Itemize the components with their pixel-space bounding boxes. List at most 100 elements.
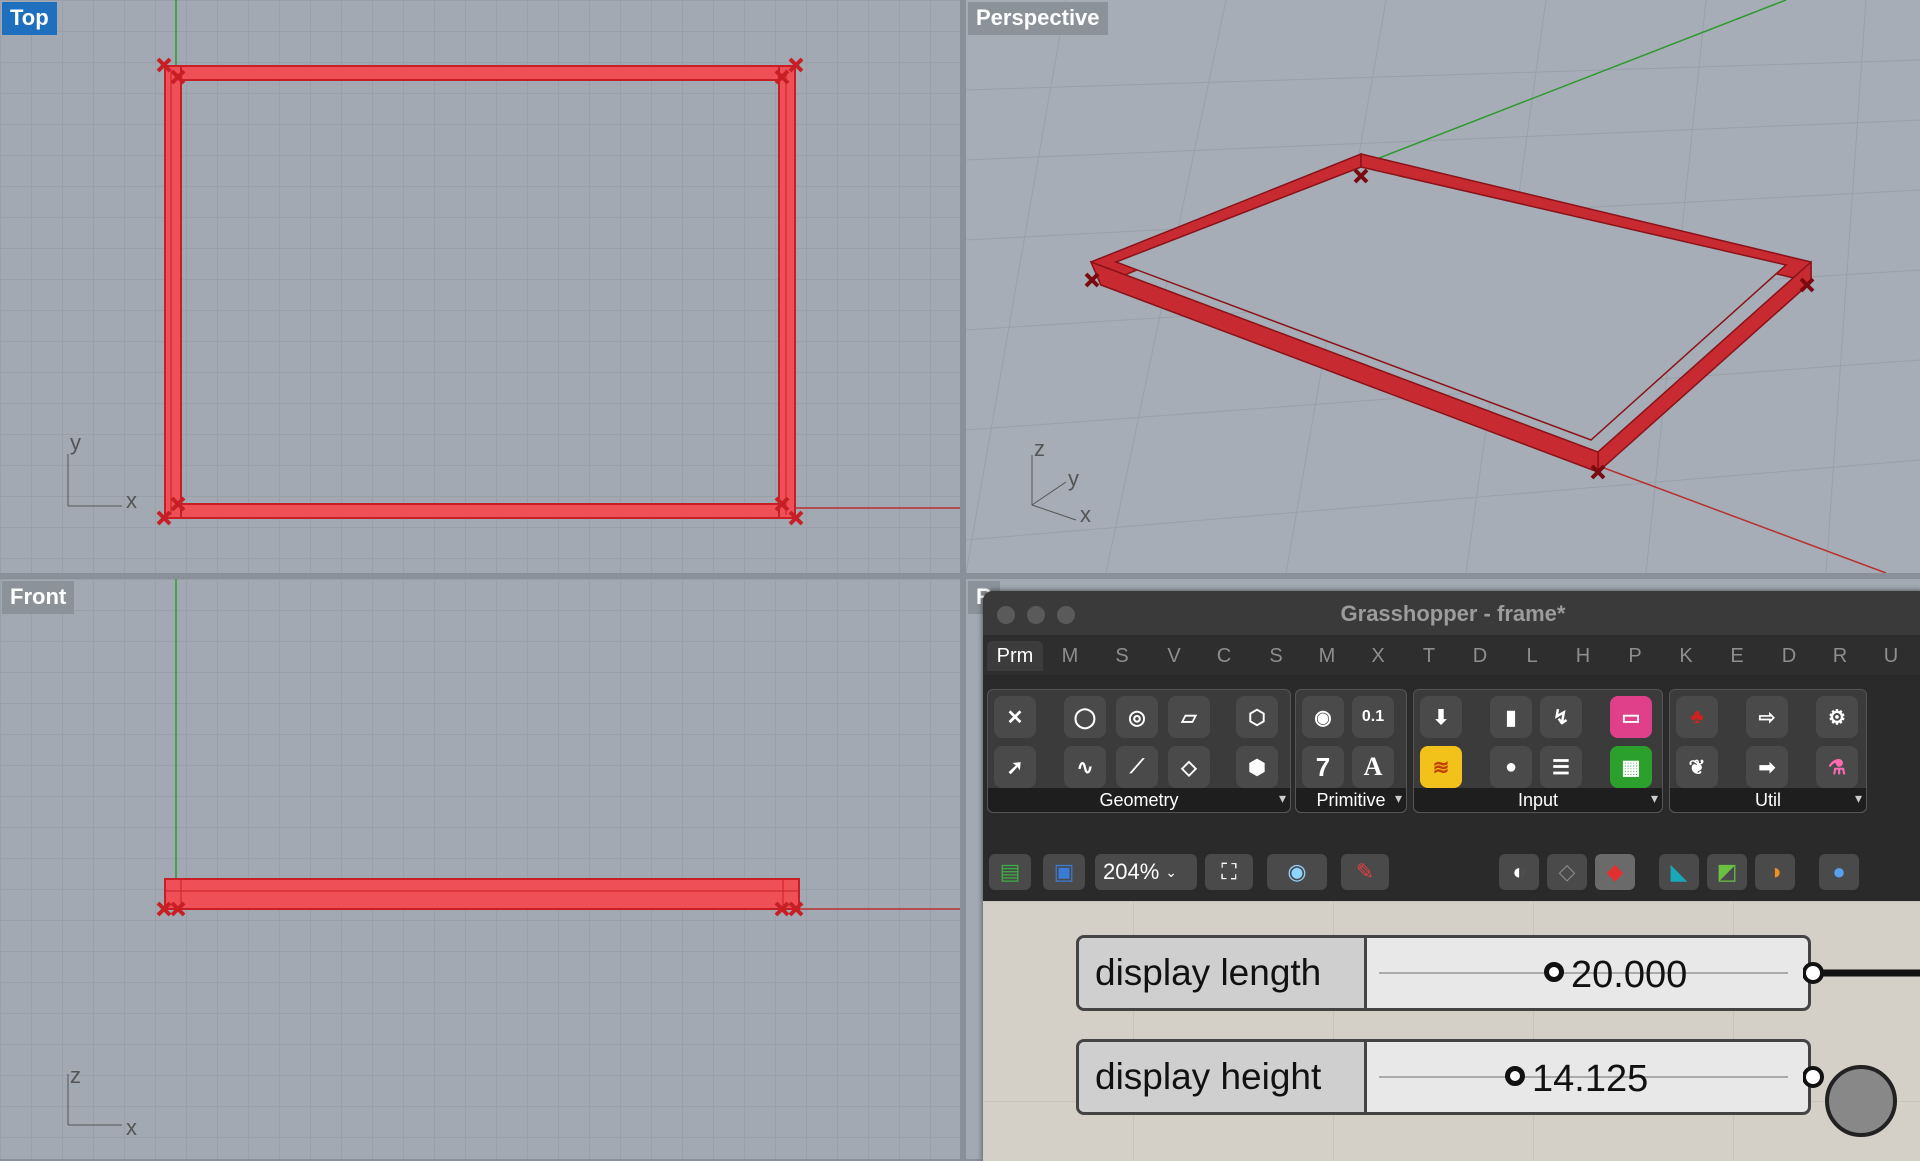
tab-curve[interactable]: C — [1209, 641, 1239, 671]
viewport-title-front[interactable]: Front — [2, 581, 75, 614]
gradient-icon[interactable]: ▭ — [1610, 696, 1652, 738]
arc-icon[interactable]: ◎ — [1116, 696, 1158, 738]
slider-handle[interactable] — [1505, 1066, 1525, 1086]
tab-r[interactable]: R — [1825, 641, 1855, 671]
expand-icon[interactable]: ▾ — [1651, 786, 1658, 810]
axis-widget — [67, 454, 122, 507]
tab-display[interactable]: D — [1465, 641, 1495, 671]
panel-label-util[interactable]: Util ▾ — [1670, 788, 1866, 812]
expand-icon[interactable]: ▾ — [1855, 786, 1862, 810]
tab-p[interactable]: P — [1620, 641, 1650, 671]
front-viewport-scene — [67, 579, 960, 1126]
tab-k[interactable]: K — [1671, 641, 1701, 671]
panel-icon[interactable]: ⬇ — [1420, 696, 1462, 738]
z-axis-label: z — [1034, 436, 1045, 461]
tab-transform[interactable]: T — [1414, 641, 1444, 671]
box-icon[interactable]: ⬡ — [1236, 696, 1278, 738]
zoom-value: 204% — [1103, 859, 1160, 884]
cherry-icon[interactable]: ♣ — [1676, 696, 1718, 738]
curve-icon[interactable]: ∿ — [1064, 746, 1106, 788]
x-axis-label: x — [126, 1115, 137, 1140]
util-panel: ♣ ❦ ⇨ ➡ ⚙ ⚗ Util ▾ — [1669, 689, 1867, 813]
list-icon[interactable]: ☰ — [1540, 746, 1582, 788]
z-axis-label: z — [70, 1063, 81, 1088]
vector-icon[interactable]: ➚ — [994, 746, 1036, 788]
bake-icon[interactable]: ◣ — [1659, 854, 1699, 890]
tab-intersect[interactable]: X — [1363, 641, 1393, 671]
gear-icon[interactable]: ⚙ — [1816, 696, 1858, 738]
preview-off-icon[interactable]: ◇ — [1547, 854, 1587, 890]
tab-math[interactable]: M — [1055, 641, 1085, 671]
surface-icon[interactable]: ▱ — [1168, 696, 1210, 738]
slider-icon[interactable]: ↯ — [1540, 696, 1582, 738]
point-icon[interactable]: ✕ — [994, 696, 1036, 738]
tab-vector[interactable]: V — [1159, 641, 1189, 671]
tree-icon[interactable]: ❦ — [1676, 746, 1718, 788]
integer-icon[interactable]: 7 — [1302, 746, 1344, 788]
zoom-extents-icon[interactable]: ⛶ — [1205, 854, 1253, 890]
sketch-pen-icon[interactable]: ✎ — [1341, 854, 1389, 890]
brep-icon[interactable]: ⬢ — [1236, 746, 1278, 788]
arrow-right-icon[interactable]: ➡ — [1746, 746, 1788, 788]
input-panel: ⬇ ≋ ▮ ↯ ● ☰ ▭ ▦ Input ▾ — [1413, 689, 1663, 813]
save-file-icon[interactable]: ▣ — [1043, 854, 1085, 890]
tab-sets[interactable]: S — [1107, 641, 1137, 671]
material-icon[interactable]: ◑ — [1755, 854, 1795, 890]
sphere-icon[interactable]: ● — [1819, 854, 1859, 890]
panel-label-primitive[interactable]: Primitive ▾ — [1296, 788, 1406, 812]
perspective-viewport[interactable]: z y x Perspective — [966, 0, 1920, 573]
number-icon[interactable]: 0.1 — [1352, 696, 1394, 738]
viewport-title-top[interactable]: Top — [2, 2, 57, 35]
number-slider[interactable]: display height 14.125 — [1076, 1039, 1811, 1115]
slider-value: 20.000 — [1571, 954, 1688, 996]
toggle-icon[interactable]: ▮ — [1490, 696, 1532, 738]
perspective-scene — [966, 0, 1920, 573]
title-bar[interactable]: Grasshopper - frame* — [983, 591, 1920, 635]
plane-icon[interactable]: ◇ — [1168, 746, 1210, 788]
window-title: Grasshopper - frame* — [1340, 601, 1566, 626]
top-viewport-scene — [67, 0, 960, 526]
slider-handle[interactable] — [1544, 962, 1564, 982]
open-file-icon[interactable]: ▤ — [989, 854, 1031, 890]
tab-prm[interactable]: Prm — [987, 641, 1043, 671]
flask-icon[interactable]: ⚗ — [1816, 746, 1858, 788]
frame-top-view — [164, 65, 796, 519]
circle-icon[interactable]: ◯ — [1064, 696, 1106, 738]
y-axis-label: y — [1068, 466, 1079, 491]
tab-h[interactable]: H — [1568, 641, 1598, 671]
preview-shaded-icon[interactable]: ◆ — [1595, 854, 1635, 890]
grasshopper-canvas[interactable]: display length 20.000 display height 14.… — [983, 901, 1920, 1161]
viewport-title-perspective[interactable]: Perspective — [968, 2, 1108, 35]
panel-label-input[interactable]: Input ▾ — [1414, 788, 1662, 812]
slider-name: display height — [1079, 1042, 1367, 1112]
zoom-dropdown[interactable]: 204% ⌄ — [1095, 854, 1197, 890]
x-axis-label: x — [126, 488, 137, 513]
scribble-icon[interactable]: ≋ — [1420, 746, 1462, 788]
grasshopper-window[interactable]: Grasshopper - frame* Prm M S V C S M X T… — [983, 591, 1920, 1161]
expand-icon[interactable]: ▾ — [1395, 786, 1402, 810]
render-icon[interactable]: ◩ — [1707, 854, 1747, 890]
output-wires — [1803, 962, 1920, 1137]
component-tabs: Prm M S V C S M X T D L H P K E D R U — [983, 635, 1920, 675]
tab-e[interactable]: E — [1722, 641, 1752, 671]
tab-d[interactable]: D — [1774, 641, 1804, 671]
frame-front-view — [164, 878, 800, 910]
boolean-icon[interactable]: ◉ — [1302, 696, 1344, 738]
swatch-icon[interactable]: ▦ — [1610, 746, 1652, 788]
preview-wire-icon[interactable]: ◐ — [1499, 854, 1539, 890]
panel-label-geometry[interactable]: Geometry ▾ — [988, 788, 1290, 812]
tab-surface[interactable]: S — [1261, 641, 1291, 671]
top-viewport[interactable]: y x Top — [0, 0, 960, 573]
tab-l[interactable]: L — [1517, 641, 1547, 671]
number-slider[interactable]: display length 20.000 — [1076, 935, 1811, 1011]
preview-eye-icon[interactable]: ◉ — [1267, 854, 1327, 890]
arrow-icon[interactable]: ⇨ — [1746, 696, 1788, 738]
text-icon[interactable]: A — [1352, 746, 1394, 788]
line-icon[interactable]: ⟋ — [1116, 746, 1158, 788]
tab-mesh[interactable]: M — [1312, 641, 1342, 671]
front-viewport[interactable]: z x Front — [0, 579, 960, 1159]
tab-u[interactable]: U — [1876, 641, 1906, 671]
knob-icon[interactable]: ● — [1490, 746, 1532, 788]
expand-icon[interactable]: ▾ — [1279, 786, 1286, 810]
primitive-panel: ◉ 0.1 7 A Primitive ▾ — [1295, 689, 1407, 813]
